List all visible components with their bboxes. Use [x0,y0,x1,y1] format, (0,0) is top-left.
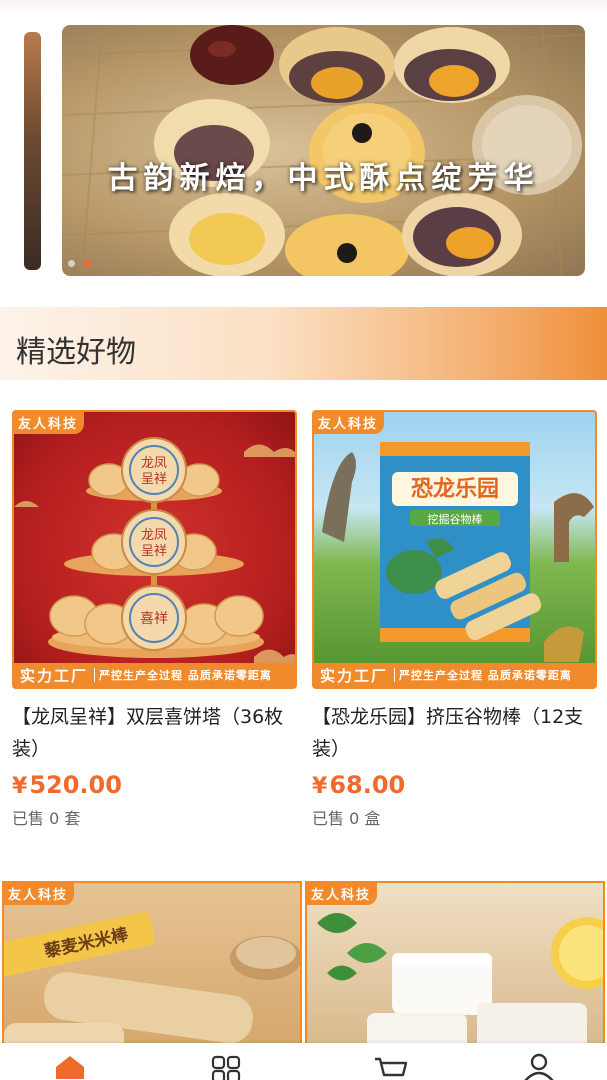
cake-label: 呈祥 [141,544,167,559]
cake-label: 喜祥 [140,611,168,627]
brand-tag: 友人科技 [4,883,75,905]
tab-category[interactable] [207,1053,247,1080]
product-image[interactable]: 友人科技 [305,881,605,1051]
promo-divider [94,668,96,682]
sold-count: 已售 0 盒 [312,809,381,828]
brand-tag: 友人科技 [307,883,378,905]
cake-label: 呈祥 [141,472,167,487]
tab-profile[interactable] [519,1053,559,1080]
section-title: 精选好物 [16,335,136,370]
category-icon [211,1055,241,1080]
promo-text: 严控生产全过程 品质承诺零距离 [99,669,272,682]
package-title: 恐龙乐园 [411,477,499,502]
promo-text: 严控生产全过程 品质承诺零距离 [399,669,572,682]
carousel-indicator [68,252,95,271]
package-subtitle: 挖掘谷物棒 [428,512,483,526]
promo-divider [394,668,396,682]
section-header: 精选好物 [0,307,607,380]
product-price: ¥520.00 [12,771,297,799]
profile-icon [524,1053,554,1080]
brand-tag: 友人科技 [14,412,85,434]
price-value: 68.00 [329,771,406,799]
promo-bar: 实力工厂 严控生产全过程 品质承诺零距离 [314,663,595,687]
status-area [0,0,607,14]
promo-bar: 实力工厂 严控生产全过程 品质承诺零距离 [14,663,295,687]
cart-icon [375,1057,408,1077]
coconut-cake-illustration [317,913,603,1051]
banner-image [62,25,585,276]
home-icon [56,1056,84,1079]
grain-bar-illustration: 藜麦米米棒 [4,912,300,1051]
carousel-dot-active[interactable] [84,260,92,267]
banner-slogan: 古韵新焙，中式酥点绽芳华 [107,161,540,196]
cake-label: 龙凤 [141,528,167,543]
product-name[interactable]: 【龙凤呈祥】双层喜饼塔（36枚装） [12,701,297,765]
promo-strong: 实力工厂 [320,666,389,685]
product-price: ¥68.00 [312,771,597,799]
mooncake-tower-illustration: 龙凤 呈祥 龙凤 呈祥 喜祥 [14,437,295,663]
carousel-dot[interactable] [68,260,75,267]
currency-symbol: ¥ [312,774,328,799]
cake-label: 龙凤 [141,456,167,471]
tab-cart[interactable] [371,1053,411,1080]
bottom-tab-bar [0,1043,607,1080]
product-card[interactable]: 友人科技 恐龙乐园 挖掘谷物棒 实力工厂 严控生产全过程 品质承诺零距离 【恐龙… [312,410,597,829]
product-image[interactable]: 友人科技 藜麦米米棒 [2,881,302,1051]
tab-home[interactable] [50,1053,90,1080]
product-image[interactable]: 友人科技 恐龙乐园 挖掘谷物棒 实力工厂 严控生产全过程 品质承诺零距离 [312,410,597,689]
product-name[interactable]: 【恐龙乐园】挤压谷物棒（12支装） [312,701,597,765]
brand-tag: 友人科技 [314,412,385,434]
product-card[interactable]: 友人科技 龙凤 呈祥 龙凤 呈祥 喜祥 实力工厂 严控生产全过程 品质承诺零距离… [12,410,297,829]
price-value: 520.00 [29,771,122,799]
sold-count: 已售 0 套 [12,809,81,828]
banner-carousel[interactable]: 古韵新焙，中式酥点绽芳华 [62,25,585,276]
cereal-bar-illustration: 恐龙乐园 挖掘谷物棒 [322,442,594,662]
banner-previous-slide[interactable] [24,32,41,270]
app-screen: 古韵新焙，中式酥点绽芳华 精选好物 友人科技 龙凤 呈祥 龙凤 呈祥 喜祥 实力… [0,0,607,1080]
promo-strong: 实力工厂 [20,666,89,685]
currency-symbol: ¥ [12,774,28,799]
product-image[interactable]: 友人科技 [12,410,297,689]
